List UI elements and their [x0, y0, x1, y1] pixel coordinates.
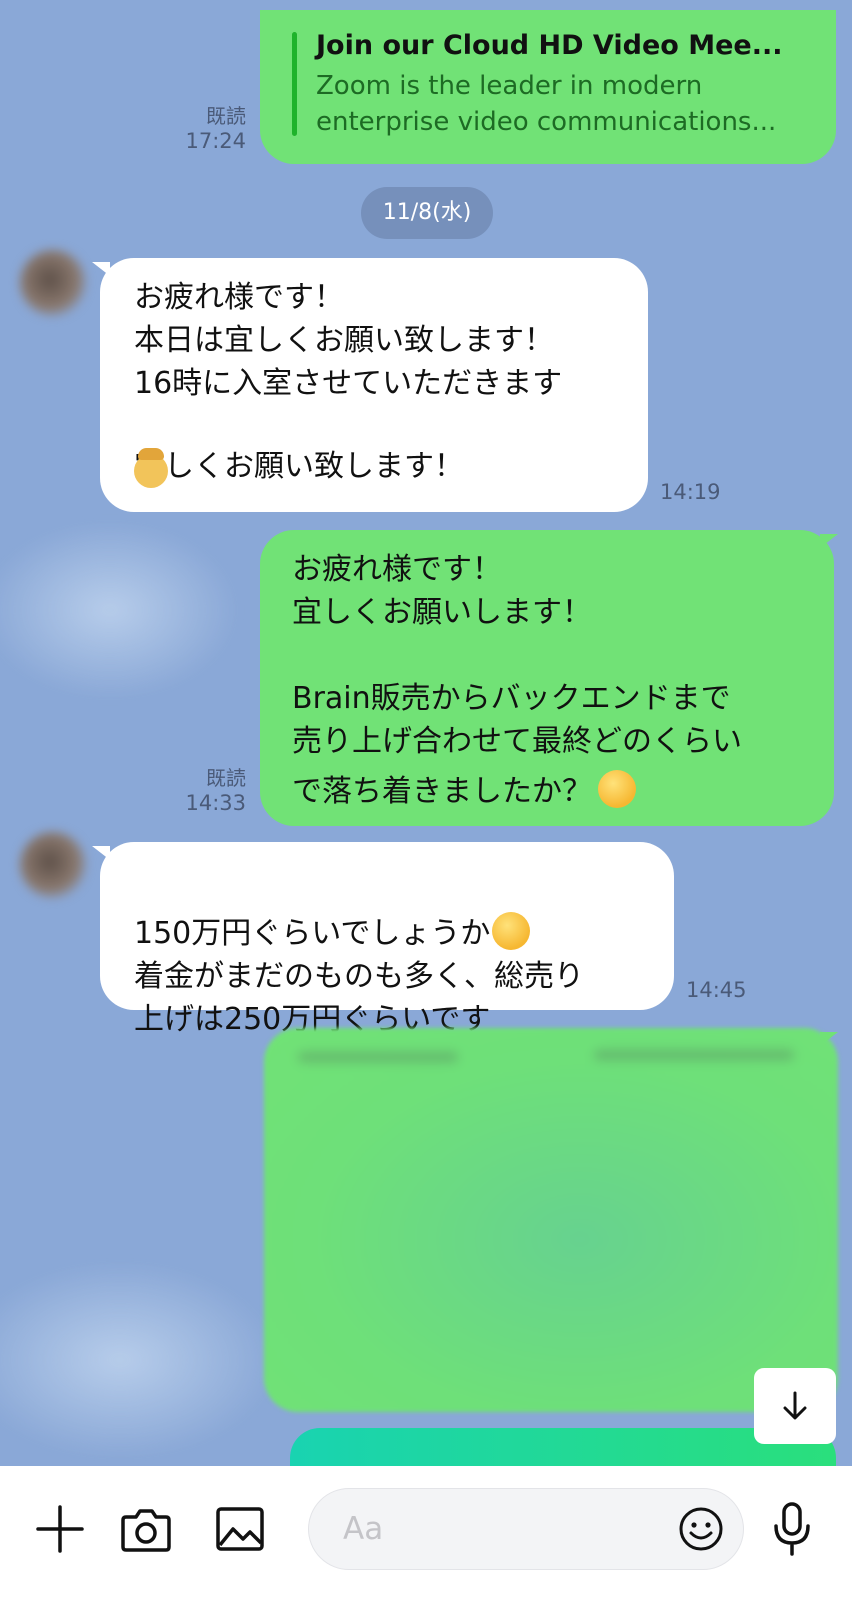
avatar[interactable] — [20, 250, 86, 316]
blurred-content — [298, 1052, 458, 1062]
background-cloud — [0, 1260, 280, 1460]
message-time: 14:33 — [185, 791, 246, 815]
read-receipt: 既読 17:24 — [176, 104, 246, 154]
plus-icon — [36, 1505, 84, 1553]
arrow-down-icon — [783, 1391, 807, 1420]
date-separator: 11/8(水) — [361, 187, 493, 239]
message-bubble-incoming[interactable]: お疲れ様です！ 本日は宜しくお願い致します！ 16時に入室させていただきます 宜… — [100, 258, 648, 512]
link-accent-bar — [292, 32, 297, 136]
message-input-placeholder: Aa — [343, 1511, 384, 1547]
image-icon — [216, 1507, 264, 1551]
message-input[interactable]: Aa — [308, 1488, 744, 1570]
message-composer-toolbar: Aa — [0, 1466, 852, 1600]
image-button[interactable] — [210, 1494, 270, 1564]
link-description: Zoom is the leader in modern enterprise … — [316, 71, 777, 137]
message-text: お疲れ様です！ 宜しくお願いします！ Brain販売からバックエンドまで 売り上… — [292, 552, 742, 809]
avatar[interactable] — [20, 832, 86, 898]
message-bubble-outgoing[interactable]: お疲れ様です！ 宜しくお願いします！ Brain販売からバックエンドまで 売り上… — [260, 530, 834, 826]
plus-button[interactable] — [30, 1494, 90, 1564]
emoji-button[interactable] — [675, 1503, 727, 1555]
link-preview-card[interactable]: Join our Cloud HD Video Mee... Zoom is t… — [260, 10, 836, 164]
background-cloud — [0, 520, 240, 700]
read-receipt: 既読 14:33 — [176, 766, 246, 816]
message-text: お疲れ様です！ 本日は宜しくお願い致します！ 16時に入室させていただきます — [134, 280, 563, 401]
scroll-to-bottom-button[interactable] — [754, 1368, 836, 1444]
thinking-face-emoji — [492, 912, 531, 950]
message-time: 14:45 — [686, 978, 747, 1002]
message-text: 150万円ぐらいでしょうか — [134, 862, 650, 955]
camera-button[interactable] — [116, 1494, 176, 1564]
message-time: 14:19 — [660, 480, 721, 504]
message-bubble-incoming[interactable]: 150万円ぐらいでしょうか 着金がまだのものも多く、総売り 上げは250万円ぐら… — [100, 842, 674, 1037]
microphone-button[interactable] — [760, 1492, 824, 1566]
blurred-image-message[interactable] — [264, 1028, 838, 1412]
message-time: 17:24 — [185, 129, 246, 153]
link-title[interactable]: Join our Cloud HD Video Mee... — [316, 30, 782, 61]
microphone-icon — [774, 1502, 810, 1556]
relieved-face-emoji — [598, 770, 636, 808]
emoji-icon — [679, 1507, 723, 1551]
message-text: 宜しくお願い致します！ — [134, 449, 464, 484]
person-bowing-emoji — [134, 448, 168, 488]
camera-icon — [121, 1509, 171, 1552]
blurred-content — [594, 1050, 794, 1060]
